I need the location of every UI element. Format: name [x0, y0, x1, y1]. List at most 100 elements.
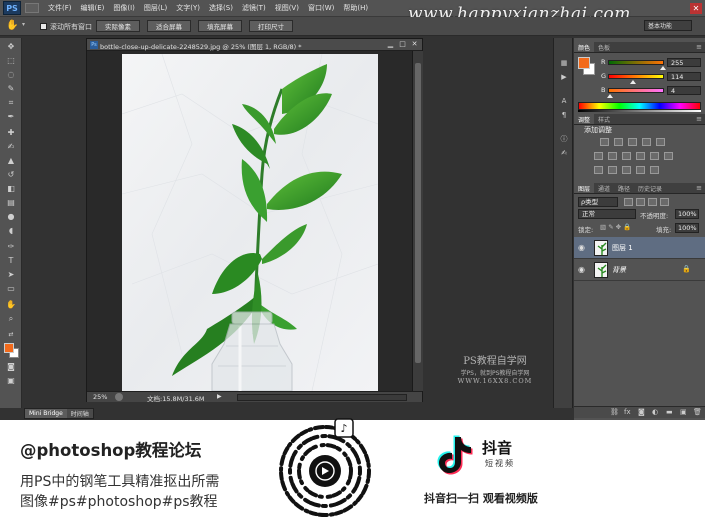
brush-panel-icon[interactable]: ✍: [558, 148, 570, 158]
layer-row[interactable]: ◉ 背景 🔒: [574, 259, 705, 281]
brush-tool-icon[interactable]: ✍: [4, 142, 18, 152]
menu-view[interactable]: 视图(V): [275, 3, 299, 13]
horizontal-scrollbar[interactable]: [237, 394, 407, 401]
tab-color[interactable]: 颜色: [574, 42, 595, 52]
menu-select[interactable]: 选择(S): [209, 3, 233, 13]
channel-g-thumb[interactable]: [630, 80, 637, 84]
visibility-eye-icon[interactable]: ◉: [578, 243, 585, 252]
paragraph-panel-icon[interactable]: ¶: [558, 110, 570, 120]
color-foreground-swatch[interactable]: [578, 57, 590, 69]
character-panel-icon[interactable]: A: [558, 96, 570, 106]
layer-style-icon[interactable]: fx: [624, 408, 631, 416]
canvas-area[interactable]: [87, 51, 412, 391]
douyin-qr-code[interactable]: ♪: [275, 417, 375, 525]
tab-timeline[interactable]: 时间轴: [67, 409, 93, 418]
tab-channels[interactable]: 通道: [594, 183, 614, 193]
panel-menu-icon[interactable]: ≡: [696, 43, 702, 51]
print-size-button[interactable]: 打印尺寸: [249, 20, 293, 32]
close-icon[interactable]: ✕: [409, 40, 420, 49]
fit-screen-button[interactable]: 适合屏幕: [147, 20, 191, 32]
brightness-contrast-icon[interactable]: [600, 138, 609, 146]
color-lookup-icon[interactable]: [664, 152, 673, 160]
crop-tool-icon[interactable]: ⌗: [4, 98, 18, 108]
adjustment-filter-icon[interactable]: [636, 198, 645, 206]
lock-options-icon[interactable]: ▧ ✎ ✥ 🔒: [600, 223, 631, 231]
fill-field[interactable]: 100%: [675, 223, 699, 233]
lasso-tool-icon[interactable]: ◌: [4, 70, 18, 80]
menu-file[interactable]: 文件(F): [48, 3, 72, 13]
curves-icon[interactable]: [628, 138, 637, 146]
panel-menu-icon[interactable]: ≡: [696, 184, 702, 192]
tab-styles[interactable]: 样式: [594, 114, 614, 124]
menu-layer[interactable]: 图层(L): [144, 3, 167, 13]
foreground-color-swatch[interactable]: [4, 343, 14, 353]
healing-tool-icon[interactable]: ✚: [4, 128, 18, 138]
quick-mask-icon[interactable]: ◙: [4, 362, 18, 372]
invert-icon[interactable]: [594, 166, 603, 174]
shape-filter-icon[interactable]: [660, 198, 669, 206]
history-brush-tool-icon[interactable]: ↺: [4, 170, 18, 180]
zoom-level[interactable]: 25%: [93, 393, 107, 401]
tab-mini-bridge[interactable]: Mini Bridge: [25, 409, 67, 418]
type-tool-icon[interactable]: T: [4, 256, 18, 266]
gradient-map-icon[interactable]: [650, 166, 659, 174]
hand-tool-icon[interactable]: ✋: [4, 300, 18, 310]
menu-edit[interactable]: 编辑(E): [81, 3, 105, 13]
history-panel-icon[interactable]: ▦: [558, 58, 570, 68]
menu-image[interactable]: 图像(I): [113, 3, 135, 13]
layer-name[interactable]: 图层 1: [612, 243, 633, 253]
eraser-tool-icon[interactable]: ◧: [4, 184, 18, 194]
channel-g-value[interactable]: 114: [667, 72, 701, 81]
photo-filter-icon[interactable]: [636, 152, 645, 160]
type-filter-icon[interactable]: [648, 198, 657, 206]
menu-type[interactable]: 文字(Y): [176, 3, 200, 13]
status-info-icon[interactable]: [115, 393, 123, 401]
new-adjustment-layer-icon[interactable]: ◐: [652, 408, 658, 416]
info-panel-icon[interactable]: ⓘ: [558, 134, 570, 144]
posterize-icon[interactable]: [608, 166, 617, 174]
tab-history[interactable]: 历史记录: [634, 183, 666, 193]
delete-layer-icon[interactable]: 🗑: [693, 408, 702, 416]
menu-window[interactable]: 窗口(W): [308, 3, 334, 13]
channel-r-value[interactable]: 255: [667, 58, 701, 67]
actual-pixels-button[interactable]: 实际像素: [96, 20, 140, 32]
status-menu-arrow-icon[interactable]: ▶: [217, 393, 222, 400]
panel-menu-icon[interactable]: ≡: [696, 115, 702, 123]
fill-screen-button[interactable]: 填充屏幕: [198, 20, 242, 32]
move-tool-icon[interactable]: ✥: [4, 42, 18, 52]
document-tab[interactable]: Ps bottle-close-up-delicate-2248529.jpg …: [87, 39, 422, 51]
grayscale-ramp[interactable]: [578, 110, 701, 112]
link-layers-icon[interactable]: ⛓: [610, 408, 619, 416]
clone-stamp-tool-icon[interactable]: ▲: [4, 156, 18, 166]
gradient-tool-icon[interactable]: ▤: [4, 198, 18, 208]
minimize-icon[interactable]: ▁: [385, 40, 396, 49]
add-mask-icon[interactable]: ◙: [638, 408, 645, 416]
menu-help[interactable]: 帮助(H): [343, 3, 368, 13]
channel-r-thumb[interactable]: [660, 66, 666, 70]
channel-g-slider[interactable]: [608, 74, 664, 84]
selective-color-icon[interactable]: [636, 166, 645, 174]
eyedropper-tool-icon[interactable]: ✒: [4, 112, 18, 122]
tab-layers[interactable]: 图层: [574, 183, 595, 193]
menu-filter[interactable]: 滤镜(T): [242, 3, 266, 13]
tab-adjustments[interactable]: 调整: [574, 114, 595, 124]
hand-tool-icon[interactable]: ✋: [6, 20, 18, 31]
color-spectrum-ramp[interactable]: [578, 102, 701, 110]
channel-b-thumb[interactable]: [606, 94, 613, 98]
channel-b-value[interactable]: 4: [667, 86, 701, 95]
actions-panel-icon[interactable]: ▶: [558, 72, 570, 82]
tab-swatches[interactable]: 色板: [594, 42, 614, 52]
chevron-down-icon[interactable]: ▾: [22, 21, 25, 28]
channel-r-slider[interactable]: [608, 60, 666, 70]
close-icon[interactable]: ✕: [690, 3, 702, 14]
threshold-icon[interactable]: [622, 166, 631, 174]
hue-saturation-icon[interactable]: [594, 152, 603, 160]
dodge-tool-icon[interactable]: ◖: [4, 226, 18, 236]
layer-row[interactable]: ◉ 图层 1: [574, 237, 705, 259]
new-group-icon[interactable]: ▬: [666, 408, 673, 416]
shape-tool-icon[interactable]: ▭: [4, 284, 18, 294]
scroll-all-windows-checkbox[interactable]: [40, 23, 47, 30]
levels-icon[interactable]: [614, 138, 623, 146]
pixel-filter-icon[interactable]: [624, 198, 633, 206]
new-layer-icon[interactable]: ▣: [680, 408, 687, 416]
